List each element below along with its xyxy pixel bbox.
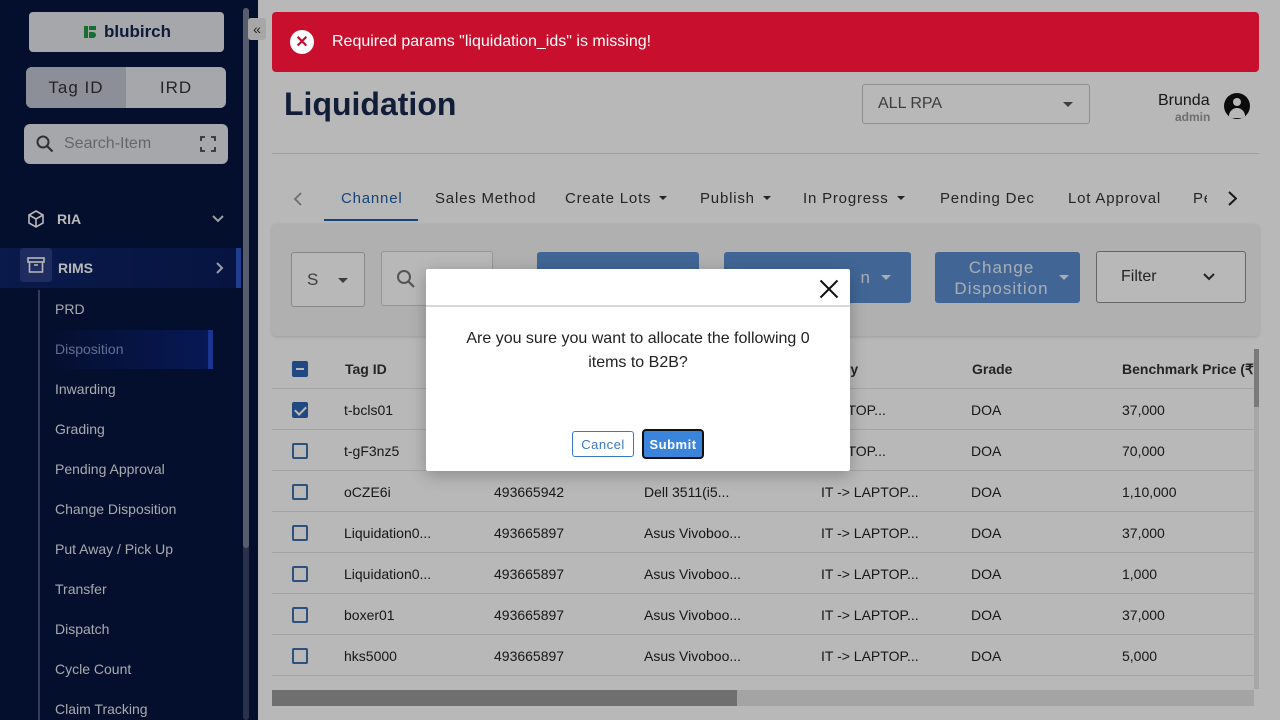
cancel-button[interactable]: Cancel (572, 431, 634, 457)
error-alert: ✕ Required params "liquidation_ids" is m… (272, 12, 1259, 72)
dialog-message: Are you sure you want to allocate the fo… (466, 330, 810, 371)
error-circle-icon[interactable]: ✕ (290, 30, 314, 54)
alert-message: Required params "liquidation_ids" is mis… (332, 33, 652, 50)
close-icon[interactable] (818, 278, 840, 300)
confirm-allocation-dialog: Are you sure you want to allocate the fo… (426, 269, 850, 471)
dialog-header (426, 269, 850, 307)
submit-button[interactable]: Submit (642, 429, 704, 459)
